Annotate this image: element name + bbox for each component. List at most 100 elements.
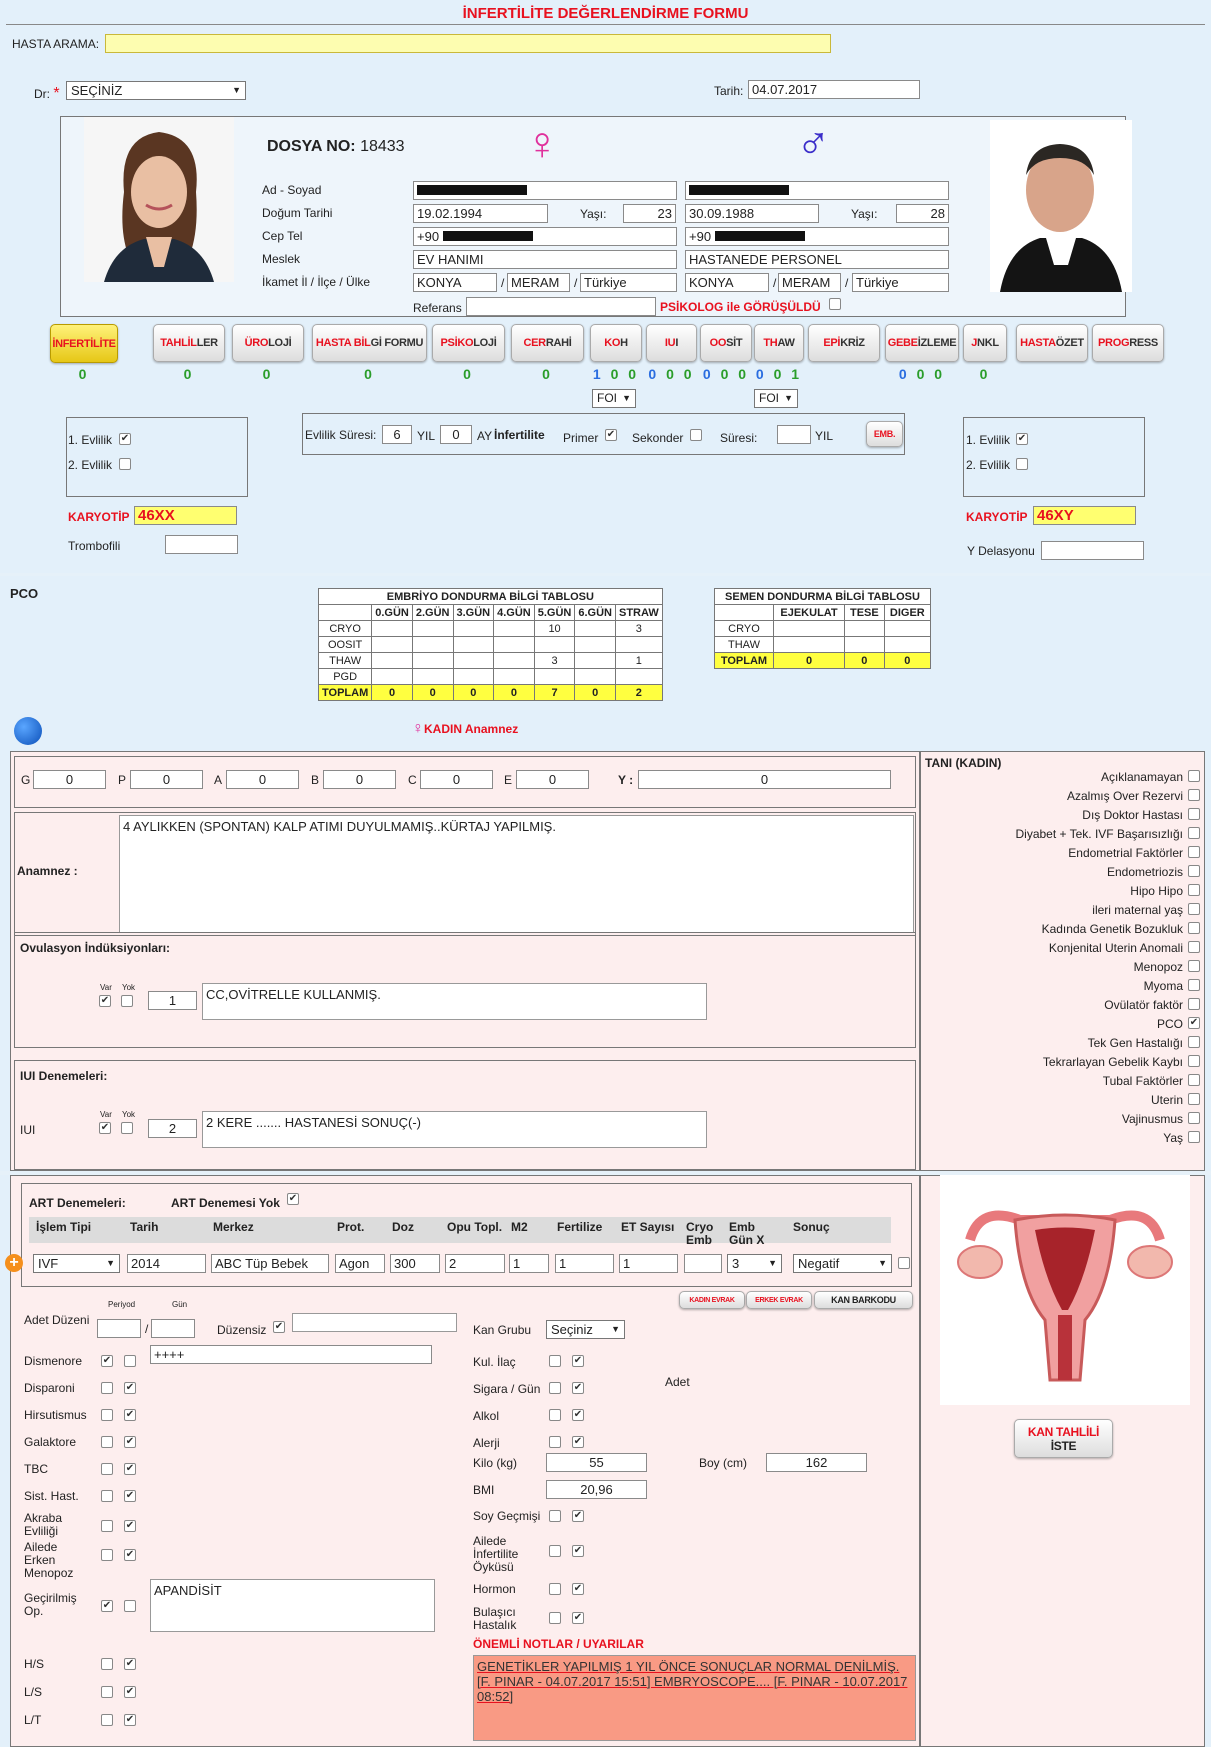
female-name-input[interactable] bbox=[413, 181, 677, 200]
art-none-checkbox[interactable] bbox=[287, 1193, 299, 1205]
history-yok-checkbox[interactable] bbox=[124, 1600, 136, 1612]
tani-item-checkbox[interactable] bbox=[1188, 1131, 1200, 1143]
tani-item-checkbox[interactable] bbox=[1188, 1055, 1200, 1067]
history-yok-checkbox[interactable] bbox=[124, 1714, 136, 1726]
art-cryo-input[interactable] bbox=[684, 1254, 722, 1273]
doctor-select[interactable]: SEÇİNİZ bbox=[66, 81, 246, 100]
tani-item-checkbox[interactable] bbox=[1188, 865, 1200, 877]
obstetric-input-P[interactable]: 0 bbox=[130, 770, 203, 789]
infertilite-years-input[interactable] bbox=[777, 425, 811, 444]
tani-item-checkbox[interactable] bbox=[1188, 1093, 1200, 1105]
iui-textarea[interactable]: 2 KERE ....... HASTANESİ SONUÇ(-) bbox=[202, 1111, 707, 1148]
history-var-checkbox[interactable] bbox=[101, 1409, 113, 1421]
tani-item-checkbox[interactable] bbox=[1188, 846, 1200, 858]
primer-checkbox[interactable] bbox=[605, 429, 617, 441]
duzensiz-checkbox[interactable] bbox=[273, 1321, 285, 1333]
tani-item-checkbox[interactable] bbox=[1188, 884, 1200, 896]
art-fert-input[interactable]: 1 bbox=[555, 1254, 614, 1273]
adet-periyod-input[interactable] bbox=[97, 1319, 141, 1338]
male-second-marriage-checkbox[interactable] bbox=[1016, 458, 1028, 470]
boy-input[interactable]: 162 bbox=[766, 1453, 867, 1472]
art-sonuc-select[interactable]: Negatif bbox=[793, 1254, 892, 1273]
iui-var-checkbox[interactable] bbox=[99, 1122, 111, 1134]
tani-item-checkbox[interactable] bbox=[1188, 941, 1200, 953]
history-yok-checkbox[interactable] bbox=[124, 1686, 136, 1698]
art-date-input[interactable]: 2014 bbox=[127, 1254, 206, 1273]
history-right-var-checkbox[interactable] bbox=[549, 1545, 561, 1557]
history-right-var-checkbox[interactable] bbox=[549, 1382, 561, 1394]
art-type-select[interactable]: IVF bbox=[33, 1254, 120, 1273]
tab-13[interactable]: HASTA ÖZET bbox=[1016, 324, 1088, 362]
gecirilmis-op-textarea[interactable]: APANDİSİT bbox=[150, 1579, 435, 1632]
history-right-var-checkbox[interactable] bbox=[549, 1583, 561, 1595]
foi-select-koh[interactable]: FOI bbox=[592, 389, 636, 408]
art-row-checkbox[interactable] bbox=[898, 1257, 910, 1269]
history-var-checkbox[interactable] bbox=[101, 1463, 113, 1475]
male-name-input[interactable] bbox=[685, 181, 949, 200]
tani-item-checkbox[interactable] bbox=[1188, 903, 1200, 915]
female-job-input[interactable]: EV HANIMI bbox=[413, 250, 677, 269]
tab-6[interactable]: KO H bbox=[590, 324, 642, 362]
female-dob-input[interactable]: 19.02.1994 bbox=[413, 204, 548, 223]
referans-input[interactable] bbox=[466, 297, 656, 316]
female-first-marriage-checkbox[interactable] bbox=[119, 433, 131, 445]
tab-7[interactable]: IU I bbox=[646, 324, 697, 362]
emb-button[interactable]: EMB. bbox=[866, 421, 903, 447]
male-karyotip-input[interactable]: 46XY bbox=[1033, 506, 1136, 525]
obstetric-input-C[interactable]: 0 bbox=[420, 770, 493, 789]
tab-5[interactable]: CER RAHİ bbox=[511, 324, 584, 362]
tani-item-checkbox[interactable] bbox=[1188, 789, 1200, 801]
female-district-input[interactable]: MERAM bbox=[507, 273, 570, 292]
iui-yok-checkbox[interactable] bbox=[121, 1122, 133, 1134]
search-input[interactable] bbox=[105, 34, 831, 53]
art-opu-input[interactable]: 2 bbox=[445, 1254, 505, 1273]
history-var-checkbox[interactable] bbox=[101, 1490, 113, 1502]
tani-item-checkbox[interactable] bbox=[1188, 979, 1200, 991]
history-yok-checkbox[interactable] bbox=[124, 1409, 136, 1421]
date-input[interactable]: 04.07.2017 bbox=[748, 80, 920, 99]
kilo-input[interactable]: 55 bbox=[546, 1453, 647, 1472]
history-right-var-checkbox[interactable] bbox=[549, 1510, 561, 1522]
history-var-checkbox[interactable] bbox=[101, 1600, 113, 1612]
art-et-input[interactable]: 1 bbox=[619, 1254, 678, 1273]
obstetric-input-Y[interactable]: 0 bbox=[638, 770, 891, 789]
tani-item-checkbox[interactable] bbox=[1188, 1017, 1200, 1029]
history-var-checkbox[interactable] bbox=[101, 1436, 113, 1448]
ovulasyon-textarea[interactable]: CC,OVİTRELLE KULLANMIŞ. bbox=[202, 983, 707, 1020]
history-var-checkbox[interactable] bbox=[101, 1686, 113, 1698]
tani-item-checkbox[interactable] bbox=[1188, 998, 1200, 1010]
tab-8[interactable]: OO SİT bbox=[700, 324, 752, 362]
male-city-input[interactable]: KONYA bbox=[685, 273, 769, 292]
female-age-input[interactable]: 23 bbox=[623, 204, 676, 223]
duration-months-input[interactable]: 0 bbox=[440, 425, 472, 444]
obstetric-input-B[interactable]: 0 bbox=[323, 770, 396, 789]
duzensiz-textarea[interactable] bbox=[292, 1313, 457, 1332]
history-var-checkbox[interactable] bbox=[101, 1355, 113, 1367]
history-right-var-checkbox[interactable] bbox=[549, 1436, 561, 1448]
tab-1[interactable]: TAHLİL LER bbox=[153, 324, 225, 362]
male-first-marriage-checkbox[interactable] bbox=[1016, 433, 1028, 445]
male-district-input[interactable]: MERAM bbox=[778, 273, 841, 292]
ovulasyon-yok-checkbox[interactable] bbox=[121, 995, 133, 1007]
add-row-icon[interactable]: + bbox=[5, 1254, 23, 1272]
tani-item-checkbox[interactable] bbox=[1188, 960, 1200, 972]
history-var-checkbox[interactable] bbox=[101, 1714, 113, 1726]
tab-4[interactable]: PSİKO LOJİ bbox=[432, 324, 505, 362]
male-phone-input[interactable]: +90 bbox=[685, 227, 949, 246]
iui-count-input[interactable]: 2 bbox=[148, 1119, 197, 1138]
history-right-yok-checkbox[interactable] bbox=[572, 1355, 584, 1367]
obstetric-input-G[interactable]: 0 bbox=[33, 770, 106, 789]
history-yok-checkbox[interactable] bbox=[124, 1436, 136, 1448]
history-right-yok-checkbox[interactable] bbox=[572, 1510, 584, 1522]
sekonder-checkbox[interactable] bbox=[690, 429, 702, 441]
female-country-input[interactable]: Türkiye bbox=[580, 273, 677, 292]
erkek-evrak-button[interactable]: ERKEK EVRAK bbox=[746, 1291, 812, 1309]
history-var-checkbox[interactable] bbox=[101, 1382, 113, 1394]
history-yok-checkbox[interactable] bbox=[124, 1520, 136, 1532]
history-yok-checkbox[interactable] bbox=[124, 1355, 136, 1367]
tani-item-checkbox[interactable] bbox=[1188, 922, 1200, 934]
kan-grubu-select[interactable]: Seçiniz bbox=[546, 1320, 625, 1339]
tani-item-checkbox[interactable] bbox=[1188, 808, 1200, 820]
history-right-yok-checkbox[interactable] bbox=[572, 1436, 584, 1448]
female-second-marriage-checkbox[interactable] bbox=[119, 458, 131, 470]
